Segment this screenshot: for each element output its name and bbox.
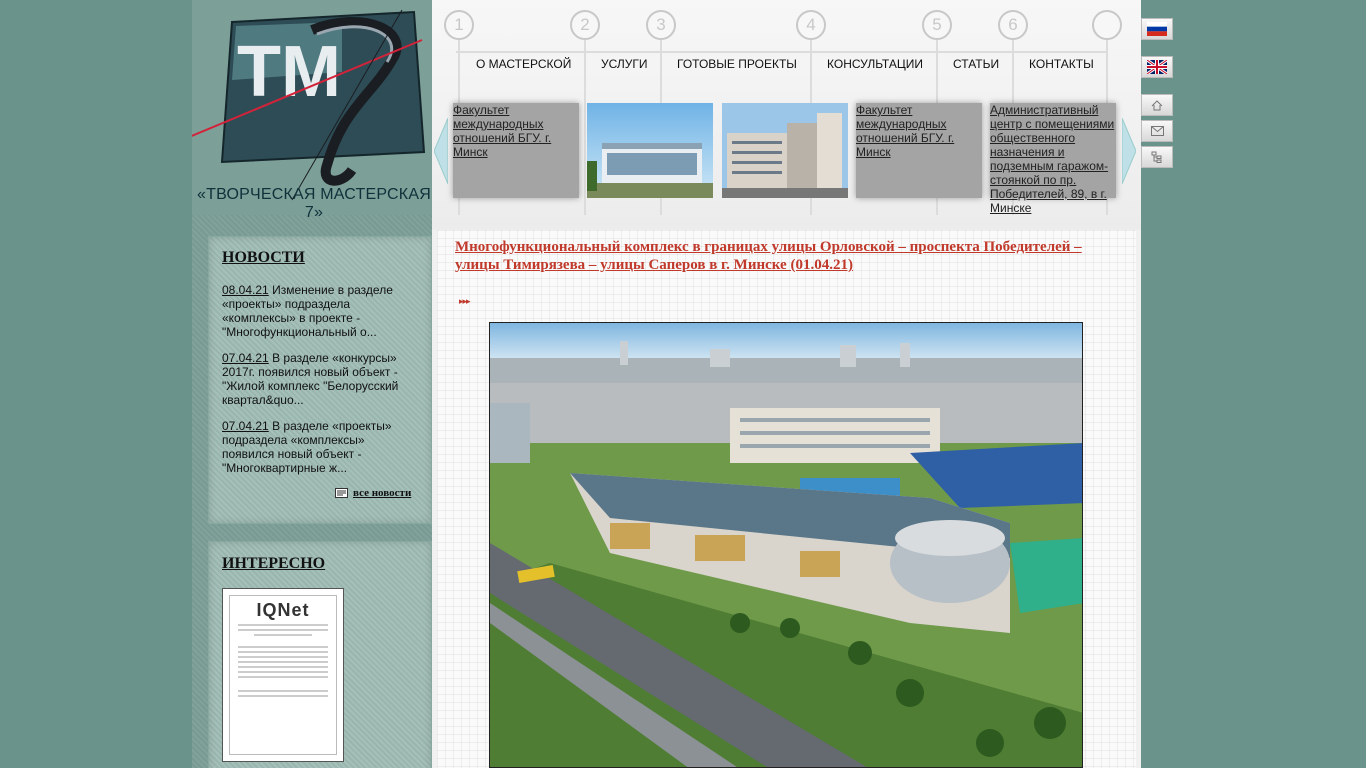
slider-prev-arrow[interactable]: [434, 118, 448, 184]
right-toolbar: [1141, 0, 1173, 768]
sitemap-button[interactable]: [1141, 146, 1173, 168]
slider-thumbnail: [722, 103, 848, 198]
all-news-label: все новости: [353, 487, 412, 499]
nav-number: 4: [796, 10, 826, 40]
menu-item-consultations[interactable]: КОНСУЛЬТАЦИИ: [827, 57, 923, 71]
sitemap-icon: [1151, 151, 1162, 163]
slider-thumbnail: [587, 103, 713, 198]
nav-number: [1092, 10, 1122, 40]
page: ТМ «ТВОРЧЕСКАЯ МАСТЕРСКАЯ 7» НОВОСТИ 08.…: [181, 0, 1173, 768]
news-date[interactable]: 07.04.21: [222, 419, 269, 433]
language-en-button[interactable]: [1141, 56, 1173, 78]
nav-number: 6: [998, 10, 1028, 40]
article-title[interactable]: Многофункциональный комплекс в границах …: [455, 238, 1115, 274]
slider-item-alt: Административный центр с помещениями общ…: [990, 103, 1115, 215]
home-icon: [1151, 99, 1163, 110]
menu-item-articles[interactable]: СТАТЬИ: [953, 57, 999, 71]
menu-item-projects[interactable]: ГОТОВЫЕ ПРОЕКТЫ: [677, 57, 797, 71]
news-title[interactable]: НОВОСТИ: [222, 249, 305, 267]
logo-letters: ТМ: [237, 32, 341, 112]
article-content: Многофункциональный комплекс в границах …: [437, 230, 1136, 768]
slider-next-arrow[interactable]: [1122, 118, 1136, 184]
article-photo[interactable]: [489, 322, 1083, 768]
menu-item-contacts[interactable]: КОНТАКТЫ: [1029, 57, 1094, 71]
russia-flag-icon: [1147, 22, 1167, 36]
slider-item[interactable]: [722, 103, 848, 198]
nav-number: 2: [570, 10, 600, 40]
news-item: 07.04.21 В разделе «проекты» подраздела …: [222, 419, 412, 475]
cert-brand: IQNet: [256, 600, 310, 620]
news-item: 08.04.21 Изменение в разделе «проекты» п…: [222, 283, 412, 339]
interesting-panel: ИНТЕРЕСНО IQNet: [208, 541, 432, 768]
menu-item-services[interactable]: УСЛУГИ: [601, 57, 648, 71]
slider-item[interactable]: Административный центр с помещениями общ…: [990, 103, 1116, 215]
slider-item-alt: Факультет международных отношений БГУ. г…: [856, 103, 955, 159]
mail-icon: [1150, 126, 1164, 136]
logo-caption: «ТВОРЧЕСКАЯ МАСТЕРСКАЯ 7»: [197, 186, 431, 221]
main-area: 1 2 3 4 5 6 О МАСТЕРСКОЙ УСЛУГИ ГОТОВЫЕ …: [432, 0, 1141, 768]
left-column: ТМ «ТВОРЧЕСКАЯ МАСТЕРСКАЯ 7» НОВОСТИ 08.…: [181, 0, 432, 768]
menu-item-about[interactable]: О МАСТЕРСКОЙ: [476, 57, 571, 71]
news-date[interactable]: 08.04.21: [222, 283, 269, 297]
uk-flag-icon: [1147, 60, 1167, 74]
nav-number: 5: [922, 10, 952, 40]
slider-item-alt: Факультет международных отношений БГУ. г…: [453, 103, 552, 159]
slider-item[interactable]: [587, 103, 713, 198]
news-date[interactable]: 07.04.21: [222, 351, 269, 365]
news-icon: [335, 488, 348, 498]
nav-number: 3: [646, 10, 676, 40]
bullet-arrows-icon: ▸▸▸: [459, 296, 471, 306]
logo-graphic: ТМ: [181, 0, 432, 215]
slider-item[interactable]: Факультет международных отношений БГУ. г…: [856, 103, 982, 198]
slider-item[interactable]: Факультет международных отношений БГУ. г…: [453, 103, 579, 198]
certificate-image[interactable]: IQNet: [222, 588, 344, 762]
home-button[interactable]: [1141, 94, 1173, 116]
news-item: 07.04.21 В разделе «конкурсы» 2017г. поя…: [222, 351, 412, 407]
nav-number: 1: [444, 10, 474, 40]
interesting-title[interactable]: ИНТЕРЕСНО: [222, 555, 325, 573]
all-news-link[interactable]: все новости: [335, 487, 411, 499]
news-panel: НОВОСТИ 08.04.21 Изменение в разделе «пр…: [208, 236, 432, 524]
top-navigation: 1 2 3 4 5 6 О МАСТЕРСКОЙ УСЛУГИ ГОТОВЫЕ …: [432, 0, 1141, 230]
mail-button[interactable]: [1141, 120, 1173, 142]
aerial-photo: [490, 323, 1082, 767]
logo[interactable]: ТМ: [181, 0, 432, 215]
language-ru-button[interactable]: [1141, 18, 1173, 40]
nav-divider: [456, 51, 1108, 53]
